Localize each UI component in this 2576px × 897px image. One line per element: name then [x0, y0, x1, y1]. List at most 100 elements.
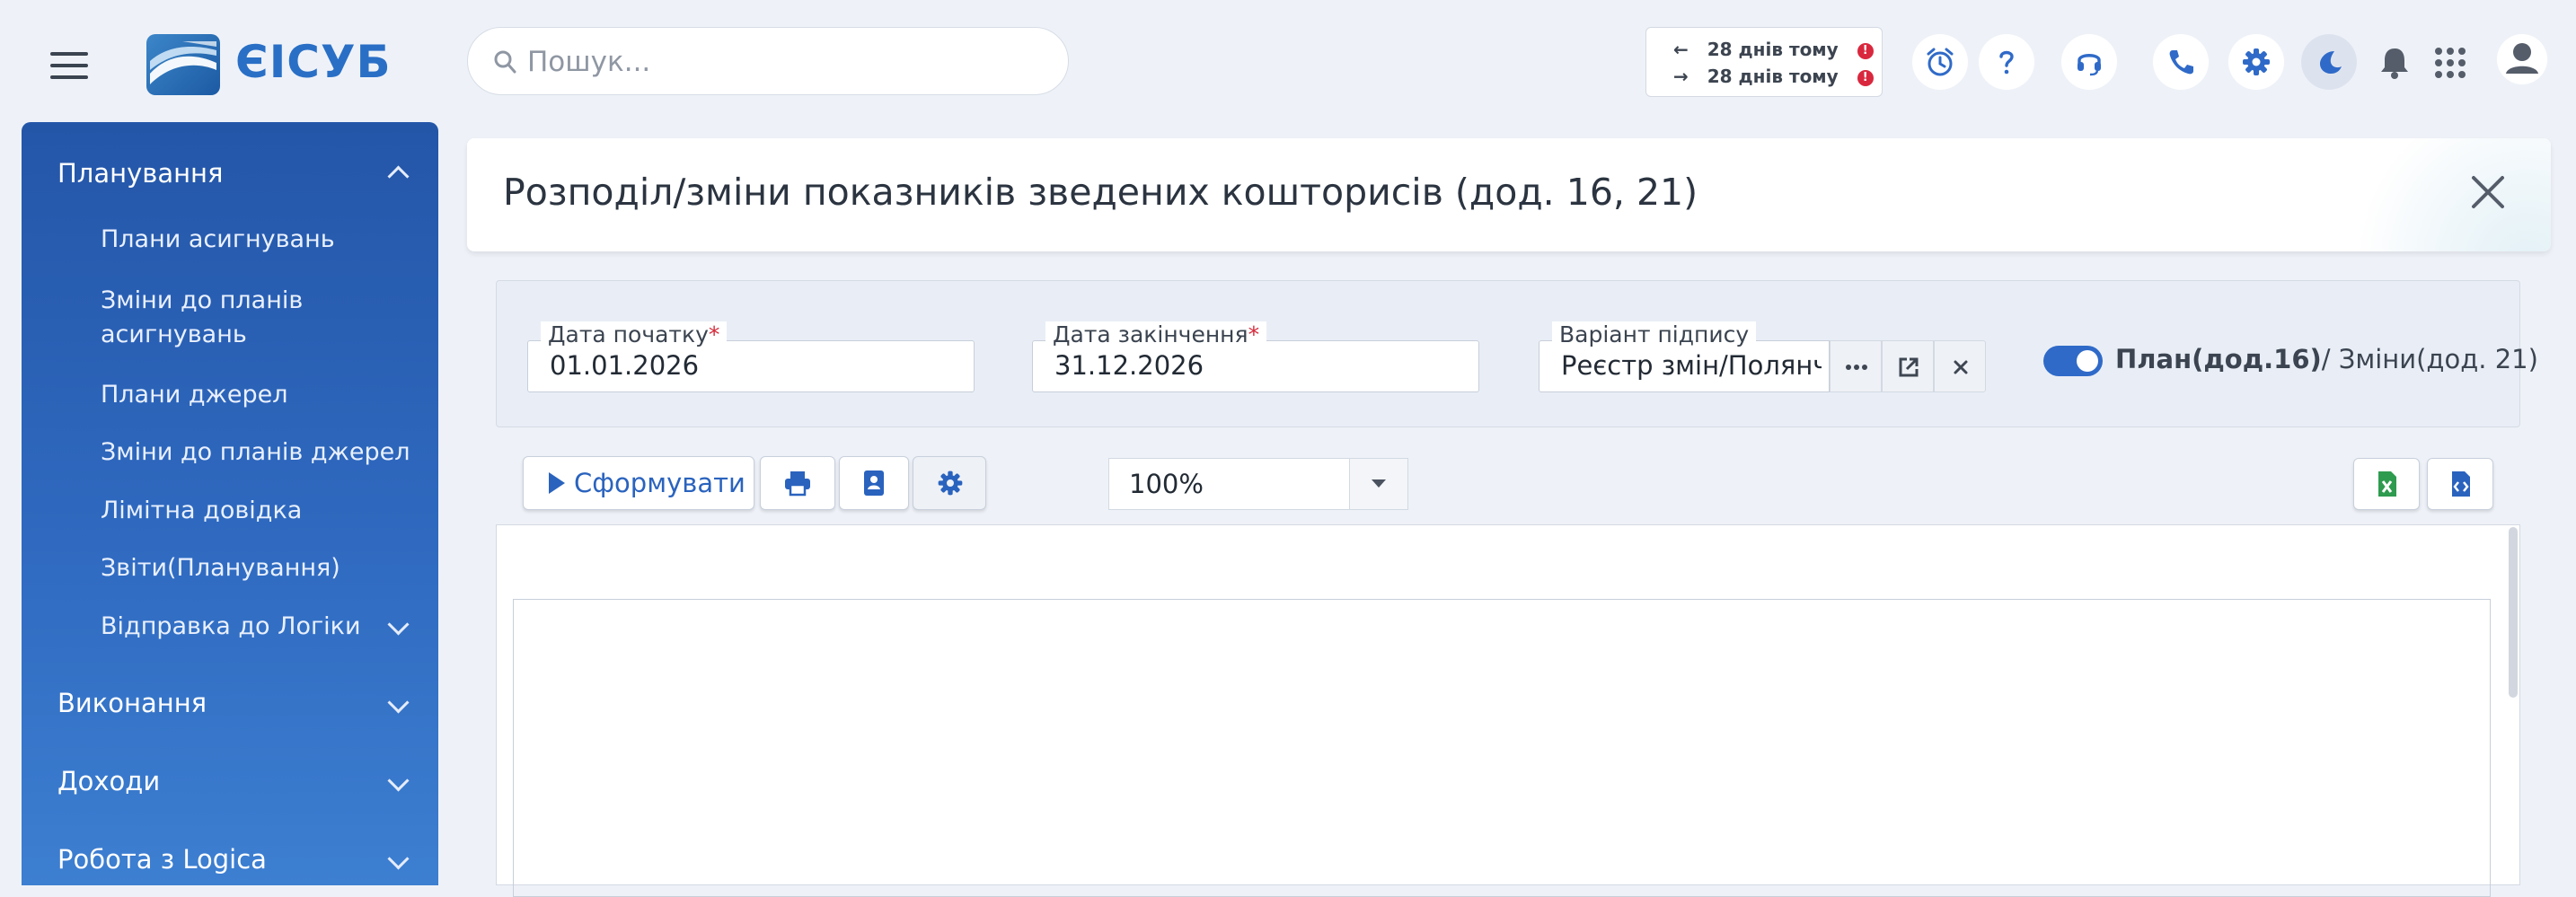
- alert-icon: !: [1857, 42, 1874, 59]
- generate-label: Сформувати: [574, 468, 745, 498]
- app-logo[interactable]: [146, 34, 220, 95]
- play-icon: [549, 472, 565, 494]
- sidebar-section-execution[interactable]: Виконання: [22, 688, 438, 724]
- chevron-down-icon: [387, 691, 410, 714]
- sidebar-item-plans[interactable]: Плани асигнувань: [101, 223, 335, 257]
- settings-button[interactable]: [2228, 34, 2284, 90]
- notifications-button[interactable]: [2378, 45, 2412, 81]
- arrow-left-icon: ←: [1673, 39, 1689, 60]
- signature-field[interactable]: Варіант підпису Реєстр змін/Полянч: [1539, 321, 1830, 392]
- sidebar-item-label-line2: асигнувань: [101, 321, 247, 348]
- sidebar-item-plan-changes[interactable]: Зміни до планів асигнувань: [101, 284, 303, 352]
- search-icon: [494, 50, 516, 74]
- sync-row-outgoing: → 28 днів тому !: [1673, 66, 1874, 87]
- help-icon: [1999, 50, 2014, 75]
- sidebar-item-source-plans[interactable]: Плани джерел: [101, 378, 288, 412]
- user-menu-button[interactable]: [2497, 34, 2547, 84]
- report-page: [513, 599, 2491, 897]
- toggle-separator: /: [2321, 344, 2339, 374]
- sync-time: 28 днів тому: [1707, 39, 1839, 60]
- excel-file-icon: [2378, 471, 2396, 497]
- export-code-button[interactable]: [2427, 458, 2493, 510]
- zoom-value: 100%: [1129, 469, 1204, 499]
- headset-icon: [2078, 54, 2101, 76]
- chevron-down-icon: [387, 769, 410, 792]
- arrow-right-icon: →: [1673, 66, 1689, 87]
- signature-more-button[interactable]: [1830, 340, 1882, 392]
- sidebar-section-label: Виконання: [57, 688, 207, 718]
- chevron-down-icon: [387, 613, 410, 636]
- toggle-caption: План(дод.16)/ Зміни(дод. 21): [2115, 344, 2538, 374]
- sidebar-item-planning-reports[interactable]: Звіти(Планування): [101, 551, 340, 585]
- sidebar-item-limit-reference[interactable]: Лімітна довідка: [101, 494, 302, 528]
- sync-time: 28 днів тому: [1707, 66, 1839, 87]
- signature-open-button[interactable]: [1882, 340, 1934, 392]
- hamburger-icon: [50, 52, 88, 56]
- contact-book-icon: [864, 470, 884, 496]
- gear-icon: [938, 470, 963, 496]
- report-settings-button[interactable]: [913, 456, 986, 510]
- contacts-button[interactable]: [839, 456, 909, 510]
- decorative-background: [2317, 138, 2551, 251]
- plan-changes-toggle[interactable]: [2043, 346, 2103, 376]
- zoom-dropdown-button[interactable]: [1349, 459, 1407, 509]
- search-input[interactable]: Пошук...: [467, 27, 1069, 95]
- sync-row-incoming: ← 28 днів тому !: [1673, 39, 1874, 60]
- clear-icon: [1954, 360, 1968, 374]
- phone-icon: [2169, 50, 2193, 75]
- support-button[interactable]: [2061, 34, 2117, 90]
- brand-name: ЄІСУБ: [235, 36, 392, 88]
- call-button[interactable]: [2153, 34, 2209, 90]
- end-date-field[interactable]: Дата закінчення* 31.12.2026: [1032, 321, 1479, 392]
- sidebar-section-label: Доходи: [57, 766, 161, 796]
- sidebar-section-income[interactable]: Доходи: [22, 766, 438, 802]
- theme-toggle-button[interactable]: [2301, 34, 2357, 90]
- filter-panel: Дата початку* 01.01.2026 Дата закінчення…: [496, 280, 2538, 427]
- export-excel-button[interactable]: [2353, 458, 2420, 510]
- page-title: Розподіл/зміни показників зведених кошто…: [503, 171, 1698, 214]
- sidebar-section-logica[interactable]: Робота з Logica: [22, 844, 438, 880]
- zoom-select[interactable]: 100%: [1108, 458, 1408, 510]
- close-button[interactable]: [2461, 165, 2515, 219]
- toggle-off-label: Зміни(дод. 21): [2338, 344, 2538, 374]
- alarm-button[interactable]: [1912, 34, 1968, 90]
- close-icon: [2472, 176, 2504, 208]
- logo-waves-icon: [150, 41, 216, 84]
- sidebar-section-label: Планування: [57, 158, 224, 189]
- printer-icon: [785, 471, 810, 497]
- start-date-value: 01.01.2026: [550, 350, 700, 381]
- chevron-down-icon: [387, 848, 410, 870]
- moon-icon: [2320, 51, 2342, 74]
- signature-label: Варіант підпису: [1552, 321, 1757, 348]
- end-date-label: Дата закінчення*: [1045, 321, 1267, 348]
- apps-grid-icon: [2435, 48, 2466, 78]
- code-file-icon: [2452, 471, 2470, 497]
- sidebar-item-label-line1: Зміни до планів: [101, 286, 304, 314]
- sidebar-item-send-to-logica[interactable]: Відправка до Логіки: [22, 610, 438, 646]
- page-header-card: Розподіл/зміни показників зведених кошто…: [467, 138, 2551, 251]
- search-placeholder: Пошук...: [527, 46, 651, 78]
- alert-icon: !: [1857, 69, 1874, 86]
- menu-toggle-button[interactable]: [50, 52, 88, 79]
- signature-clear-button[interactable]: [1934, 340, 1986, 392]
- apps-button[interactable]: [2433, 46, 2467, 80]
- print-button[interactable]: [760, 456, 835, 510]
- user-icon: [2506, 43, 2538, 74]
- sidebar-section-label: Робота з Logica: [57, 844, 267, 875]
- bell-icon: [2381, 48, 2408, 79]
- start-date-field[interactable]: Дата початку* 01.01.2026: [527, 321, 975, 392]
- more-dots-icon: [1846, 365, 1867, 370]
- sidebar-item-source-changes[interactable]: Зміни до планів джерел: [101, 435, 410, 470]
- viewer-scrollbar[interactable]: [2509, 527, 2518, 698]
- sync-status-box[interactable]: ← 28 днів тому ! → 28 днів тому !: [1645, 27, 1883, 97]
- generate-button[interactable]: Сформувати: [523, 456, 754, 510]
- help-button[interactable]: [1979, 34, 2034, 90]
- gear-icon: [2243, 48, 2270, 75]
- start-date-label: Дата початку*: [541, 321, 728, 348]
- caret-down-icon: [1372, 479, 1386, 488]
- report-viewer: [496, 524, 2520, 897]
- sidebar-item-label: Відправка до Логіки: [101, 612, 361, 640]
- alarm-clock-icon: [1927, 48, 1954, 76]
- toggle-knob: [2077, 350, 2098, 372]
- end-date-value: 31.12.2026: [1054, 350, 1204, 381]
